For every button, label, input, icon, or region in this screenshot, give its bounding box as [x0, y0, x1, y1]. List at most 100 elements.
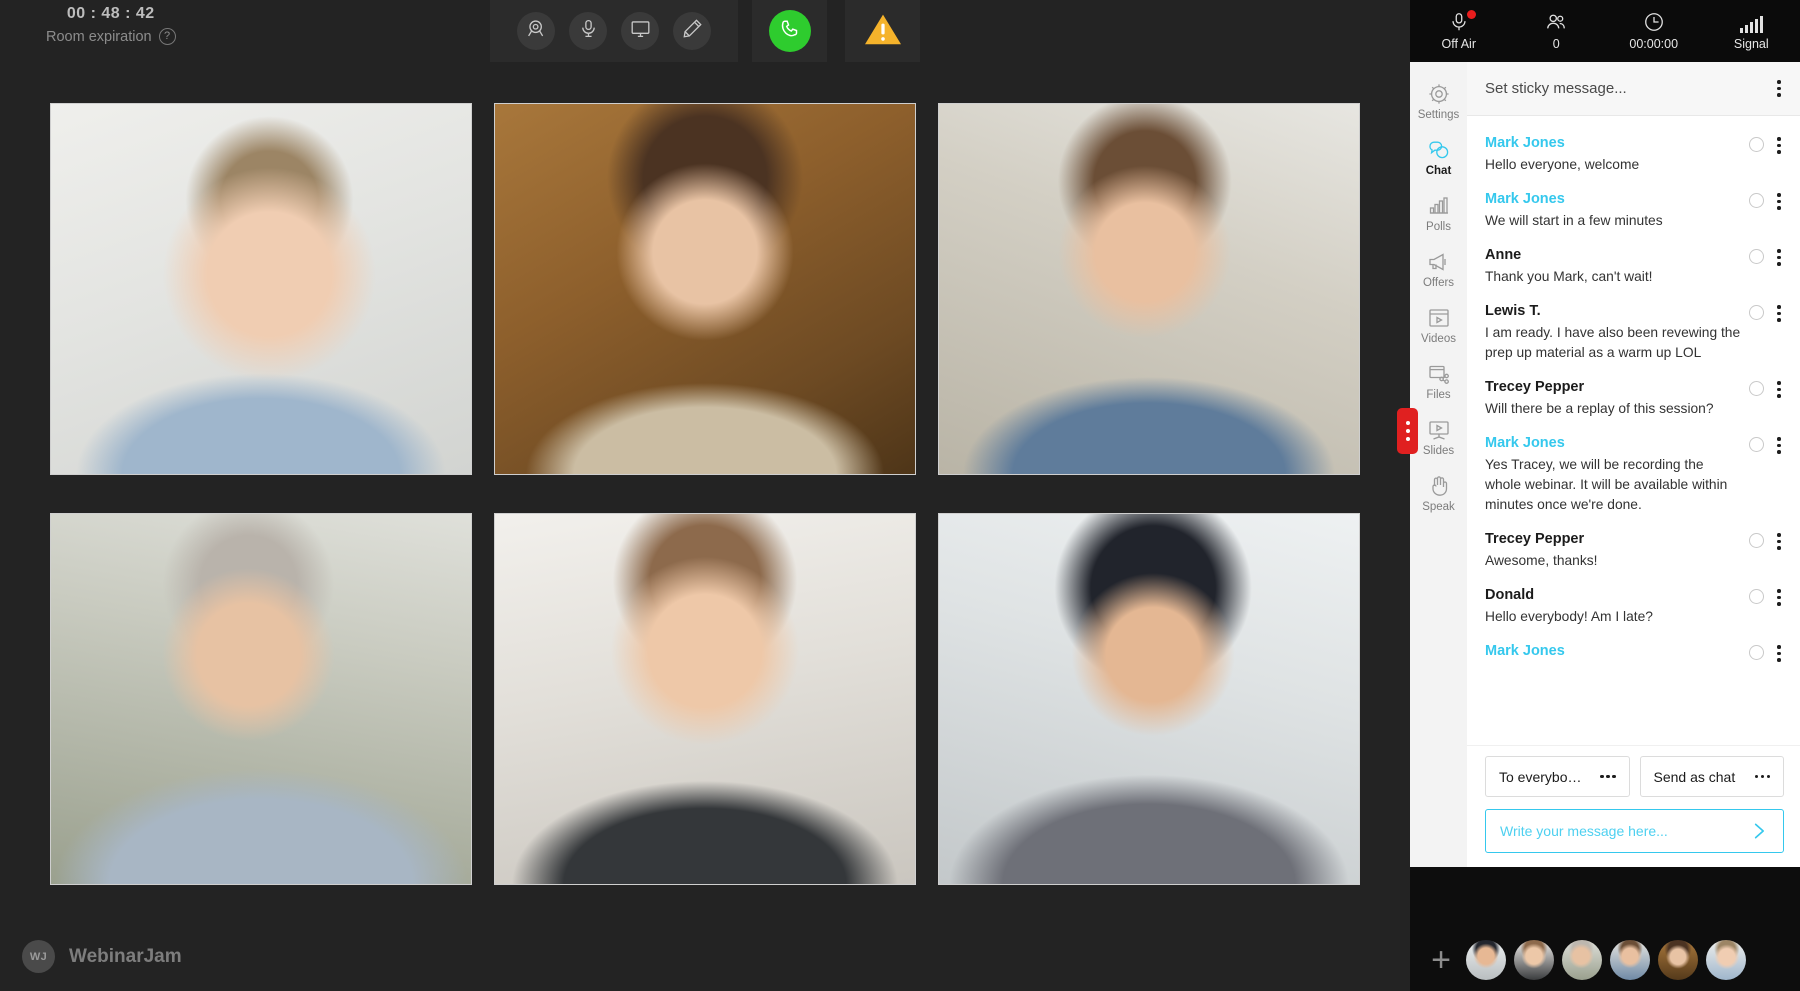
message-select-radio[interactable] — [1749, 137, 1764, 152]
add-participant-button[interactable]: + — [1424, 943, 1458, 977]
sidebar-item-polls[interactable]: Polls — [1410, 184, 1467, 240]
microphone-icon — [1448, 10, 1476, 33]
message-more-icon[interactable] — [1772, 645, 1786, 662]
sticky-more-icon[interactable] — [1772, 80, 1786, 97]
phone-icon — [779, 18, 801, 45]
status-attendee-count[interactable]: 0 — [1508, 0, 1606, 62]
sticky-message-text[interactable]: Set sticky message... — [1485, 80, 1772, 97]
message-input-wrap[interactable] — [1485, 809, 1784, 853]
message-author: Mark Jones — [1485, 135, 1565, 151]
recipient-dropdown[interactable]: To everybo… — [1485, 756, 1630, 797]
message-select-radio[interactable] — [1749, 249, 1764, 264]
sidebar-item-offers[interactable]: Offers — [1410, 240, 1467, 296]
side-panel: Off Air 0 00:00:00 Signal Settings Chat … — [1397, 0, 1800, 991]
message-more-icon[interactable] — [1772, 437, 1786, 454]
chat-column: Set sticky message... Mark Jones Hello e… — [1467, 62, 1800, 867]
participant-avatar-strip: + — [1410, 929, 1800, 991]
microphone-button[interactable] — [569, 12, 607, 50]
message-author: Mark Jones — [1485, 643, 1565, 659]
signal-label: Signal — [1733, 37, 1769, 51]
people-icon — [1545, 11, 1567, 33]
video-tile[interactable] — [938, 513, 1360, 885]
sidebar-item-chat[interactable]: Chat — [1410, 128, 1467, 184]
start-call-button[interactable] — [768, 10, 811, 52]
message-select-radio[interactable] — [1749, 381, 1764, 396]
elapsed-time-label: 00:00:00 — [1629, 37, 1679, 51]
status-elapsed-time[interactable]: 00:00:00 — [1605, 0, 1703, 62]
message-more-icon[interactable] — [1772, 193, 1786, 210]
sidebar-label: Offers — [1422, 277, 1455, 289]
video-tile[interactable] — [494, 513, 916, 885]
message-author: Lewis T. — [1485, 303, 1541, 319]
sidebar-label: Settings — [1417, 109, 1460, 121]
microphone-icon — [578, 18, 599, 44]
sidebar-item-speak[interactable]: Speak — [1410, 464, 1467, 520]
video-stage: 00 : 48 : 42 Room expiration ? WJ Webina… — [0, 0, 1410, 991]
clock-icon — [1643, 11, 1665, 33]
chat-message: Trecey Pepper Awesome, thanks! — [1467, 524, 1800, 580]
message-text: Awesome, thanks! — [1485, 553, 1598, 568]
message-select-radio[interactable] — [1749, 589, 1764, 604]
send-mode-more-icon — [1754, 774, 1770, 779]
message-more-icon[interactable] — [1772, 533, 1786, 550]
warning-triangle-icon — [864, 14, 901, 44]
chat-composer: To everybo… Send as chat — [1467, 745, 1800, 867]
message-text: Thank you Mark, can't wait! — [1485, 269, 1653, 284]
timer-value: 00 : 48 : 42 — [66, 5, 155, 22]
stage-toolbar: 00 : 48 : 42 Room expiration ? — [0, 0, 1410, 62]
message-more-icon[interactable] — [1772, 381, 1786, 398]
sidebar-item-videos[interactable]: Videos — [1410, 296, 1467, 352]
video-tile[interactable] — [50, 103, 472, 475]
status-off-air[interactable]: Off Air — [1410, 0, 1508, 62]
send-chevron-icon[interactable] — [1749, 821, 1769, 841]
whiteboard-button[interactable] — [673, 12, 711, 50]
sticky-message-row[interactable]: Set sticky message... — [1467, 62, 1800, 116]
attendee-count-label: 0 — [1552, 37, 1560, 51]
brand-footer: WJ WebinarJam — [22, 940, 182, 973]
warning-button[interactable] — [863, 11, 903, 52]
avatar[interactable] — [1706, 940, 1746, 980]
message-more-icon[interactable] — [1772, 305, 1786, 322]
message-select-radio[interactable] — [1749, 533, 1764, 548]
avatar[interactable] — [1466, 940, 1506, 980]
chat-message: Donald Hello everybody! Am I late? — [1467, 580, 1800, 636]
message-select-radio[interactable] — [1749, 305, 1764, 320]
help-icon[interactable]: ? — [158, 28, 176, 45]
sidebar-item-files[interactable]: Files — [1410, 352, 1467, 408]
media-controls — [490, 0, 738, 62]
avatar[interactable] — [1514, 940, 1554, 980]
avatar[interactable] — [1610, 940, 1650, 980]
message-select-radio[interactable] — [1749, 437, 1764, 452]
message-author: Trecey Pepper — [1485, 379, 1585, 395]
room-expiration-timer: 00 : 48 : 42 Room expiration ? — [46, 5, 176, 45]
webcam-button[interactable] — [517, 12, 555, 50]
message-select-radio[interactable] — [1749, 645, 1764, 660]
message-input[interactable] — [1500, 823, 1749, 839]
brand-name: WebinarJam — [69, 945, 182, 967]
message-text: We will start in a few minutes — [1485, 213, 1663, 228]
chat-message: Trecey Pepper Will there be a replay of … — [1467, 372, 1800, 428]
video-tile[interactable] — [494, 103, 916, 475]
video-tile[interactable] — [50, 513, 472, 885]
recipient-more-icon — [1600, 774, 1616, 779]
sidebar-item-slides[interactable]: Slides — [1410, 408, 1467, 464]
status-signal[interactable]: Signal — [1703, 0, 1800, 62]
screen-share-button[interactable] — [621, 12, 659, 50]
sidebar-item-settings[interactable]: Settings — [1410, 72, 1467, 128]
message-text: I am ready. I have also been revewing th… — [1485, 325, 1741, 360]
message-more-icon[interactable] — [1772, 137, 1786, 154]
panel-collapse-handle[interactable] — [1397, 408, 1418, 454]
send-mode-dropdown[interactable]: Send as chat — [1639, 756, 1784, 797]
message-select-radio[interactable] — [1749, 193, 1764, 208]
chat-message: Mark Jones Yes Tracey, we will be record… — [1467, 428, 1800, 524]
avatar[interactable] — [1658, 940, 1698, 980]
sidebar-label: Videos — [1421, 333, 1456, 345]
message-more-icon[interactable] — [1772, 249, 1786, 266]
sidebar-label: Slides — [1422, 445, 1455, 457]
avatar[interactable] — [1562, 940, 1602, 980]
hand-icon — [1427, 473, 1451, 498]
sidebar-label: Polls — [1426, 221, 1451, 233]
video-tile[interactable] — [938, 103, 1360, 475]
message-more-icon[interactable] — [1772, 589, 1786, 606]
participant-video-grid — [50, 103, 1360, 893]
